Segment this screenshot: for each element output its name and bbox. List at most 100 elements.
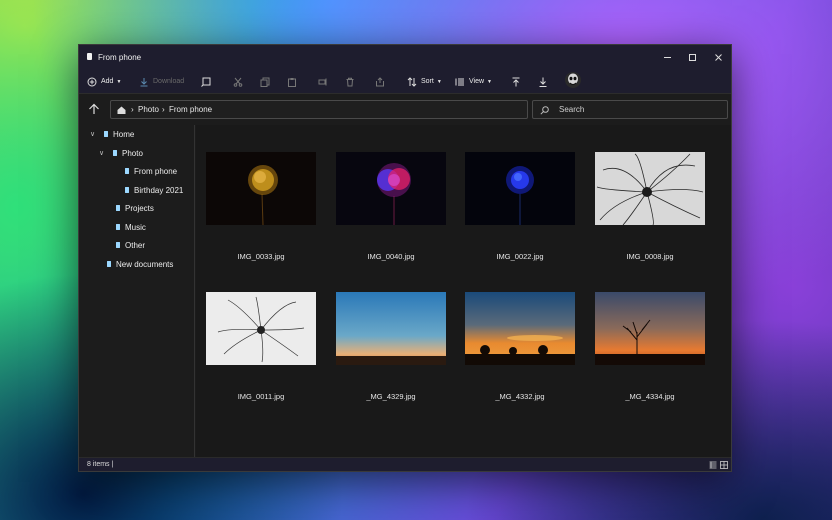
minimize-button[interactable]	[659, 49, 675, 65]
arrow-up-icon[interactable]	[88, 103, 100, 115]
maximize-button[interactable]	[684, 49, 700, 65]
address-bar[interactable]: › Photo › From phone	[110, 100, 528, 119]
folder-icon	[107, 261, 111, 267]
sidebar-item-label: Photo	[122, 148, 143, 158]
file-tile[interactable]: IMG_0008.jpg	[595, 152, 705, 261]
close-button[interactable]	[710, 49, 726, 65]
folder-icon	[125, 187, 129, 193]
chevron-down-icon[interactable]: ∨	[99, 149, 107, 157]
copy-button[interactable]	[260, 74, 270, 89]
image-thumbnail	[336, 152, 446, 225]
search-box[interactable]: Search	[532, 100, 728, 119]
home-icon[interactable]	[117, 106, 126, 114]
arrow-up-bar-icon	[512, 77, 520, 86]
sort-button[interactable]: Sort ▼	[407, 74, 442, 89]
download-icon	[140, 77, 148, 86]
file-name: IMG_0040.jpg	[367, 252, 415, 261]
paste-icon	[288, 77, 296, 87]
file-name: IMG_0022.jpg	[496, 252, 544, 261]
paste-button[interactable]	[287, 74, 297, 89]
minimize-icon	[663, 56, 671, 58]
rename-icon	[318, 78, 327, 85]
search-input[interactable]: Search	[559, 105, 584, 114]
folder-icon	[116, 205, 120, 211]
sort-label: Sort	[421, 78, 434, 85]
sidebar-item-projects[interactable]: Projects	[116, 201, 154, 215]
add-icon	[87, 77, 97, 86]
maximize-icon	[688, 53, 696, 61]
sidebar-item-from-phone[interactable]: From phone	[125, 164, 177, 178]
sidebar-item-label: Other	[125, 240, 146, 250]
file-tile[interactable]: IMG_0040.jpg	[336, 152, 446, 261]
copy-icon	[260, 77, 270, 87]
search-icon	[540, 106, 549, 115]
move-down-button[interactable]	[538, 74, 548, 89]
file-name: IMG_0008.jpg	[626, 252, 674, 261]
image-thumbnail	[206, 152, 316, 225]
sidebar-item-other[interactable]: Other	[116, 238, 145, 252]
share-button[interactable]	[375, 74, 385, 89]
file-name: IMG_0033.jpg	[237, 252, 285, 261]
chevron-down-icon: ▼	[116, 78, 122, 85]
sidebar-item-photo[interactable]: ∨ Photo	[99, 146, 143, 160]
new-folder-button[interactable]	[201, 74, 212, 89]
list-view-icon	[455, 78, 464, 85]
sidebar-item-label: Home	[113, 129, 135, 139]
file-explorer-window: From phone Add ▼ Download Sort ▼ View ▼ …	[78, 44, 732, 472]
sidebar-item-label: From phone	[134, 166, 178, 176]
image-thumbnail	[595, 152, 705, 225]
breadcrumb-separator: ›	[131, 105, 134, 114]
file-name: _MG_4334.jpg	[625, 392, 675, 401]
details-view-icon[interactable]	[709, 461, 717, 469]
download-button[interactable]: Download	[139, 74, 184, 89]
file-name: IMG_0011.jpg	[237, 392, 285, 401]
file-tile[interactable]: IMG_0033.jpg	[206, 152, 316, 261]
close-icon	[714, 53, 722, 61]
add-label: Add	[101, 78, 114, 85]
chevron-down-icon[interactable]: ∨	[90, 130, 98, 138]
item-count: 8 items |	[87, 461, 114, 468]
download-label: Download	[153, 78, 185, 85]
image-thumbnail	[595, 292, 705, 365]
file-tile[interactable]: _MG_4329.jpg	[336, 292, 446, 401]
navigation-pane: ∨ Home ∨ Photo From phone Birthday 2021 …	[79, 125, 195, 457]
folder-icon	[87, 53, 92, 60]
image-thumbnail	[465, 152, 575, 225]
breadcrumb-from-phone[interactable]: From phone	[169, 105, 212, 114]
file-name: _MG_4329.jpg	[366, 392, 416, 401]
file-tile[interactable]: _MG_4332.jpg	[465, 292, 575, 401]
sort-icon	[407, 76, 417, 87]
sidebar-item-music[interactable]: Music	[116, 220, 146, 234]
view-label: View	[469, 78, 485, 85]
sidebar-item-home[interactable]: ∨ Home	[90, 127, 134, 141]
status-bar: 8 items |	[79, 457, 731, 471]
breadcrumb-photo[interactable]: Photo	[138, 105, 159, 114]
add-button[interactable]: Add ▼	[87, 74, 121, 89]
move-up-button[interactable]	[511, 74, 521, 89]
image-thumbnail	[336, 292, 446, 365]
file-tile[interactable]: IMG_0011.jpg	[206, 292, 316, 401]
file-name: _MG_4332.jpg	[495, 392, 545, 401]
home-folder-icon	[104, 131, 108, 137]
window-title: From phone	[98, 53, 142, 62]
sidebar-item-new-documents[interactable]: New documents	[107, 257, 173, 271]
folder-icon	[116, 224, 120, 230]
sidebar-item-birthday-2021[interactable]: Birthday 2021	[125, 183, 183, 197]
folder-icon	[125, 168, 129, 174]
cut-button[interactable]	[233, 74, 243, 89]
sidebar-item-label: Music	[125, 222, 146, 232]
breadcrumb-separator: ›	[162, 105, 165, 114]
rename-button[interactable]	[318, 74, 328, 89]
file-tile[interactable]: _MG_4334.jpg	[595, 292, 705, 401]
file-tile[interactable]: IMG_0022.jpg	[465, 152, 575, 261]
grid-view-icon[interactable]	[720, 461, 728, 469]
chevron-down-icon: ▼	[487, 78, 492, 85]
command-bar: Add ▼ Download Sort ▼ View ▼	[79, 69, 731, 94]
delete-button[interactable]	[345, 74, 355, 89]
scissors-icon	[233, 77, 243, 87]
image-thumbnail	[465, 292, 575, 365]
sidebar-item-label: New documents	[116, 259, 174, 269]
share-icon	[376, 76, 384, 86]
view-button[interactable]: View ▼	[455, 74, 492, 89]
avatar[interactable]	[565, 71, 581, 88]
